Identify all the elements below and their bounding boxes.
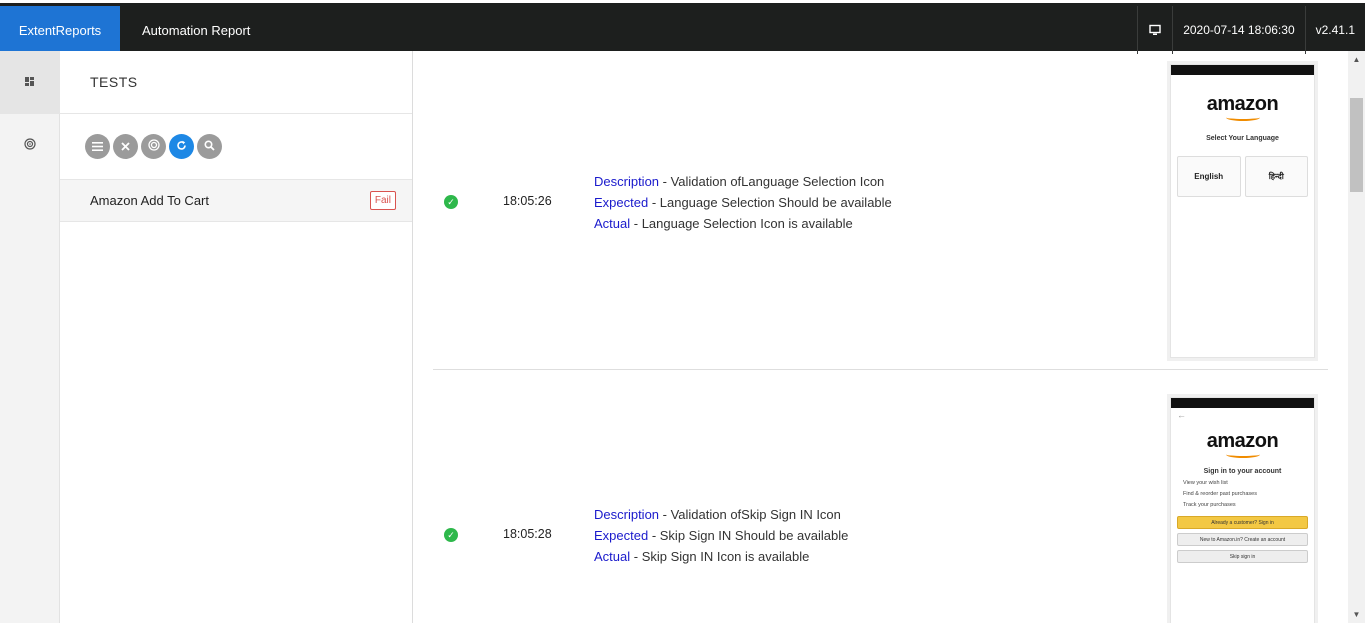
report-timestamp: 2020-07-14 18:06:30	[1172, 6, 1304, 54]
expected-key: Expected	[594, 195, 649, 210]
left-nav-rail	[0, 51, 60, 623]
monitor-icon[interactable]	[1137, 6, 1172, 54]
category-icon	[24, 138, 36, 153]
phone-status-bar	[1171, 65, 1314, 75]
test-list-panel: TESTS Amazon Add To Cart Fail	[60, 51, 413, 623]
step-expected: Expected - Language Selection Should be …	[594, 192, 892, 213]
nav-item-dashboard[interactable]	[0, 51, 60, 114]
feature-line: Find & reorder past purchases	[1183, 491, 1257, 497]
report-version: v2.41.1	[1304, 6, 1365, 54]
screenshot-heading: Sign in to your account	[1203, 468, 1282, 475]
top-navbar: ExtentReports Automation Report 2020-07-…	[0, 0, 1365, 54]
language-options: English हिन्दी	[1177, 156, 1308, 197]
actual-key: Actual	[594, 216, 631, 231]
filter-search-button[interactable]	[197, 134, 222, 159]
step-time: 18:05:26	[503, 194, 552, 208]
actual-key: Actual	[594, 549, 631, 564]
actual-text: - Skip Sign IN Icon is available	[630, 549, 810, 564]
skip-sign-in-button: Skip sign in	[1177, 550, 1308, 563]
close-icon	[121, 139, 130, 154]
topbar-right: 2020-07-14 18:06:30 v2.41.1	[1137, 6, 1365, 54]
screenshot-heading: Select Your Language	[1206, 135, 1279, 142]
filter-category-button[interactable]	[141, 134, 166, 159]
test-name: Amazon Add To Cart	[90, 193, 209, 208]
test-list-item[interactable]: Amazon Add To Cart Fail	[60, 180, 412, 222]
test-detail-content: ✓ 18:05:26 Description - Validation ofLa…	[413, 51, 1348, 623]
phone-status-bar	[1171, 398, 1314, 408]
expected-text: - Skip Sign IN Should be available	[648, 528, 849, 543]
pass-icon: ✓	[444, 195, 458, 209]
description-key: Description	[594, 174, 660, 189]
filter-refresh-button[interactable]	[169, 134, 194, 159]
amazon-logo: amazon	[1206, 93, 1279, 115]
step-details: Description - Validation ofSkip Sign IN …	[594, 504, 848, 567]
content-scrollbar[interactable]: ▲ ▼	[1348, 51, 1365, 623]
sign-in-button: Already a customer? Sign in	[1177, 516, 1308, 529]
expected-key: Expected	[594, 528, 649, 543]
step-actual: Actual - Skip Sign IN Icon is available	[594, 546, 848, 567]
step-expected: Expected - Skip Sign IN Should be availa…	[594, 525, 848, 546]
filter-all-button[interactable]	[85, 134, 110, 159]
expected-text: - Language Selection Should be available	[648, 195, 892, 210]
language-option: English	[1177, 156, 1241, 197]
radar-icon	[147, 139, 160, 154]
list-icon	[92, 139, 103, 154]
back-arrow-icon: ←	[1177, 410, 1186, 420]
scroll-up-arrow-icon[interactable]: ▲	[1348, 51, 1365, 68]
step-time: 18:05:28	[503, 527, 552, 541]
feature-line: Track your purchases	[1183, 502, 1236, 508]
test-filters	[60, 114, 412, 180]
refresh-icon	[176, 139, 187, 154]
step-screenshot[interactable]: ← amazon Sign in to your account View yo…	[1170, 397, 1315, 623]
step-row: ✓ 18:05:28 Description - Validation ofSk…	[433, 370, 1328, 623]
feature-line: View your wish list	[1183, 480, 1228, 486]
nav-item-category[interactable]	[0, 114, 60, 177]
create-account-button: New to Amazon.in? Create an account	[1177, 533, 1308, 546]
step-screenshot[interactable]: amazon Select Your Language English हिन्…	[1170, 64, 1315, 358]
report-name: Automation Report	[142, 22, 251, 38]
step-description: Description - Validation ofLanguage Sele…	[594, 171, 892, 192]
scrollbar-thumb[interactable]	[1350, 98, 1363, 192]
dashboard-icon	[25, 76, 35, 90]
test-panel-title: TESTS	[60, 51, 412, 114]
description-text: - Validation ofSkip Sign IN Icon	[659, 507, 841, 522]
step-row: ✓ 18:05:26 Description - Validation ofLa…	[433, 51, 1328, 369]
step-description: Description - Validation ofSkip Sign IN …	[594, 504, 848, 525]
scroll-down-arrow-icon[interactable]: ▼	[1348, 606, 1365, 623]
search-icon	[204, 139, 215, 154]
description-text: - Validation ofLanguage Selection Icon	[659, 174, 885, 189]
brand-logo[interactable]: ExtentReports	[0, 6, 120, 54]
step-details: Description - Validation ofLanguage Sele…	[594, 171, 892, 234]
actual-text: - Language Selection Icon is available	[630, 216, 853, 231]
status-badge: Fail	[369, 191, 396, 210]
language-option: हिन्दी	[1244, 156, 1308, 197]
description-key: Description	[594, 507, 660, 522]
amazon-logo: amazon	[1206, 430, 1279, 452]
pass-icon: ✓	[444, 528, 458, 542]
filter-fail-button[interactable]	[113, 134, 138, 159]
step-actual: Actual - Language Selection Icon is avai…	[594, 213, 892, 234]
